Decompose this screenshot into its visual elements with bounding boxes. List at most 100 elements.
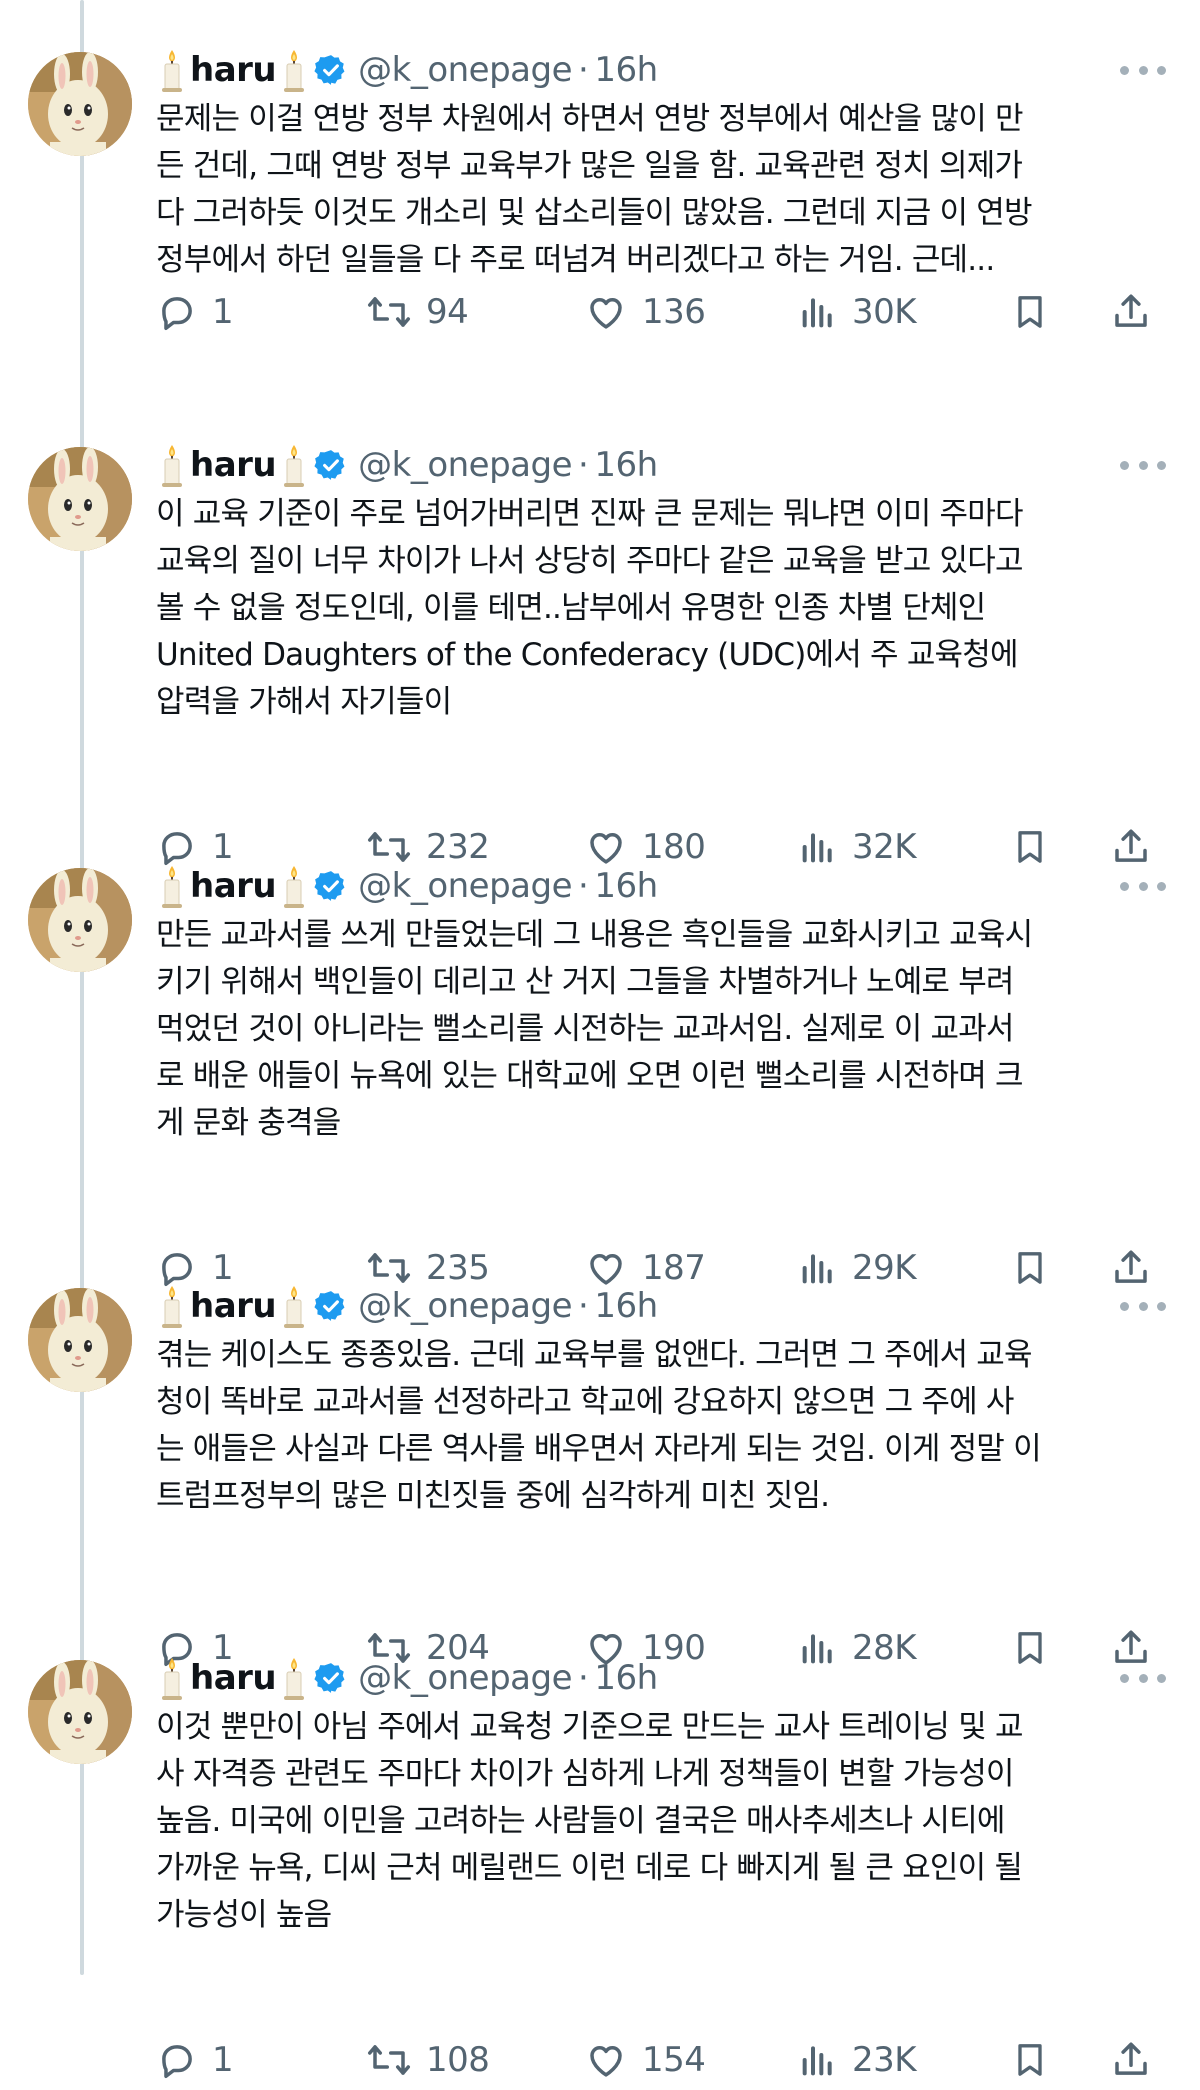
share-button[interactable] <box>1110 2030 1152 2090</box>
more-icon[interactable] <box>1120 453 1166 477</box>
tweet[interactable]: haru @k_onepage · 16h 만든 교과서를 쓰게 만들었는데 그… <box>0 836 1200 1288</box>
tweet-header: haru @k_onepage · 16h <box>158 864 658 908</box>
tweet-text-line: 만든 교과서를 쓰게 만들었는데 그 내용은 흑인들을 교화시키고 교육시 <box>156 917 1033 953</box>
separator-dot: · <box>578 50 589 90</box>
views-icon <box>798 2039 838 2081</box>
retweet-icon <box>366 2039 412 2081</box>
tweet-text[interactable]: 만든 교과서를 쓰게 만들었는데 그 내용은 흑인들을 교화시키고 교육시 키기 … <box>156 912 1156 1147</box>
display-name[interactable]: haru <box>190 1286 277 1326</box>
candle-icon <box>158 48 186 92</box>
tweet-text-line: 교육의 질이 너무 차이가 나서 상당히 주마다 같은 교육을 받고 있다고 <box>156 543 1024 579</box>
handle[interactable]: @k_onepage <box>358 50 572 90</box>
candle-icon <box>158 1656 186 1700</box>
tweet-text-line: 먹었던 것이 아니라는 뻘소리를 시전하는 교과서임. 실제로 이 교과서 <box>156 1011 1014 1047</box>
separator-dot: · <box>578 866 589 906</box>
tweet[interactable]: haru @k_onepage · 16h 이것 뿐만이 아님 주에서 교육청 … <box>0 1628 1200 2080</box>
like-count: 154 <box>642 2040 706 2080</box>
tweet-text-line: 압력을 가해서 자기들이 <box>156 684 452 720</box>
more-icon[interactable] <box>1120 1294 1166 1318</box>
handle[interactable]: @k_onepage <box>358 445 572 485</box>
tweet-header: haru @k_onepage · 16h <box>158 1284 658 1328</box>
tweet-header: haru @k_onepage · 16h <box>158 443 658 487</box>
candle-icon <box>280 1656 308 1700</box>
reply-icon <box>156 2039 198 2081</box>
tweet-text-line: 트럼프정부의 많은 미친짓들 중에 심각하게 미친 짓임. <box>156 1478 830 1514</box>
tweet-text-line: 볼 수 없을 정도인데, 이를 테면..남부에서 유명한 인종 차별 단체인 <box>156 590 986 626</box>
views-button[interactable]: 23K <box>798 2030 917 2090</box>
avatar[interactable] <box>28 52 132 156</box>
avatar[interactable] <box>28 1288 132 1392</box>
bookmark-button[interactable] <box>1010 282 1050 342</box>
reply-count: 1 <box>212 292 234 332</box>
verified-badge-icon <box>314 869 348 903</box>
timestamp[interactable]: 16h <box>594 1658 658 1698</box>
like-count: 136 <box>642 292 706 332</box>
handle[interactable]: @k_onepage <box>358 866 572 906</box>
bookmark-button[interactable] <box>1010 2030 1050 2090</box>
tweet-text[interactable]: 문제는 이걸 연방 정부 차원에서 하면서 연방 정부에서 예산을 많이 만든 … <box>156 96 1156 284</box>
retweet-count: 94 <box>426 292 469 332</box>
thread: haru @k_onepage · 16h 문제는 이걸 연방 정부 차원에서 … <box>0 0 1200 2080</box>
tweet-text-line: United Daughters of the Confederacy (UDC… <box>156 637 1019 673</box>
timestamp[interactable]: 16h <box>594 445 658 485</box>
more-icon[interactable] <box>1120 58 1166 82</box>
more-icon[interactable] <box>1120 1666 1166 1690</box>
verified-badge-icon <box>314 1289 348 1323</box>
candle-icon <box>280 1284 308 1328</box>
retweet-button[interactable]: 94 <box>366 282 469 342</box>
share-icon <box>1110 290 1152 334</box>
tweet-text-line: 높음. 미국에 이민을 고려하는 사람들이 결국은 매사추세츠나 시티에 <box>156 1803 1005 1839</box>
verified-badge-icon <box>314 1661 348 1695</box>
candle-icon <box>158 864 186 908</box>
tweet-text-line: 든 건데, 그때 연방 정부 교육부가 많은 일을 함. 교육관련 정치 의제가 <box>156 148 1023 184</box>
timestamp[interactable]: 16h <box>594 866 658 906</box>
reply-button[interactable]: 1 <box>156 2030 234 2090</box>
tweet-text-line: 청이 똑바로 교과서를 선정하라고 학교에 강요하지 않으면 그 주에 사 <box>156 1384 1014 1420</box>
action-bar: 1 108 154 23K <box>0 2030 1200 2090</box>
candle-icon <box>158 1284 186 1328</box>
handle[interactable]: @k_onepage <box>358 1286 572 1326</box>
share-icon <box>1110 2038 1152 2082</box>
tweet-text-line: 게 문화 충격을 <box>156 1105 341 1141</box>
avatar[interactable] <box>28 1660 132 1764</box>
share-button[interactable] <box>1110 282 1152 342</box>
like-button[interactable]: 136 <box>584 282 706 342</box>
tweet[interactable]: haru @k_onepage · 16h 겪는 케이스도 종종있음. 근데 교… <box>0 1256 1200 1676</box>
candle-icon <box>158 443 186 487</box>
tweet-text-line: 사 자격증 관련도 주마다 차이가 심하게 나게 정책들이 변할 가능성이 <box>156 1756 1014 1792</box>
view-count: 23K <box>852 2040 917 2080</box>
tweet[interactable]: haru @k_onepage · 16h 이 교육 기준이 주로 넘어가버리면… <box>0 415 1200 867</box>
separator-dot: · <box>578 445 589 485</box>
display-name[interactable]: haru <box>190 1658 277 1698</box>
handle[interactable]: @k_onepage <box>358 1658 572 1698</box>
tweet-text-line: 는 애들은 사실과 다른 역사를 배우면서 자라게 되는 것임. 이게 정말 이 <box>156 1431 1042 1467</box>
candle-icon <box>280 443 308 487</box>
tweet-text-line: 이것 뿐만이 아님 주에서 교육청 기준으로 만드는 교사 트레이닝 및 교 <box>156 1709 1024 1745</box>
avatar[interactable] <box>28 447 132 551</box>
tweet-text[interactable]: 겪는 케이스도 종종있음. 근데 교육부를 없앤다. 그러면 그 주에서 교육 청… <box>156 1332 1156 1520</box>
tweet[interactable]: haru @k_onepage · 16h 문제는 이걸 연방 정부 차원에서 … <box>0 20 1200 440</box>
avatar[interactable] <box>28 868 132 972</box>
display-name[interactable]: haru <box>190 50 277 90</box>
views-icon <box>798 291 838 333</box>
display-name[interactable]: haru <box>190 445 277 485</box>
tweet-text[interactable]: 이 교육 기준이 주로 넘어가버리면 진짜 큰 문제는 뭐냐면 이미 주마다교육… <box>156 491 1156 726</box>
display-name[interactable]: haru <box>190 866 277 906</box>
tweet-text-line: 문제는 이걸 연방 정부 차원에서 하면서 연방 정부에서 예산을 많이 만 <box>156 101 1024 137</box>
tweet-text-line: 다 그러하듯 이것도 개소리 및 삽소리들이 많았음. 그런데 지금 이 연방 <box>156 195 1033 231</box>
tweet-text-line: 로 배운 애들이 뉴욕에 있는 대학교에 오면 이런 뻘소리를 시전하며 크 <box>156 1058 1024 1094</box>
timestamp[interactable]: 16h <box>594 1286 658 1326</box>
timestamp[interactable]: 16h <box>594 50 658 90</box>
views-button[interactable]: 30K <box>798 282 917 342</box>
retweet-button[interactable]: 108 <box>366 2030 490 2090</box>
retweet-count: 108 <box>426 2040 490 2080</box>
candle-icon <box>280 864 308 908</box>
tweet-text-line: 이 교육 기준이 주로 넘어가버리면 진짜 큰 문제는 뭐냐면 이미 주마다 <box>156 496 1024 532</box>
reply-button[interactable]: 1 <box>156 282 234 342</box>
like-button[interactable]: 154 <box>584 2030 706 2090</box>
reply-icon <box>156 291 198 333</box>
tweet-header: haru @k_onepage · 16h <box>158 48 658 92</box>
tweet-text[interactable]: 이것 뿐만이 아님 주에서 교육청 기준으로 만드는 교사 트레이닝 및 교사 … <box>156 1704 1156 1939</box>
more-icon[interactable] <box>1120 874 1166 898</box>
separator-dot: · <box>578 1658 589 1698</box>
